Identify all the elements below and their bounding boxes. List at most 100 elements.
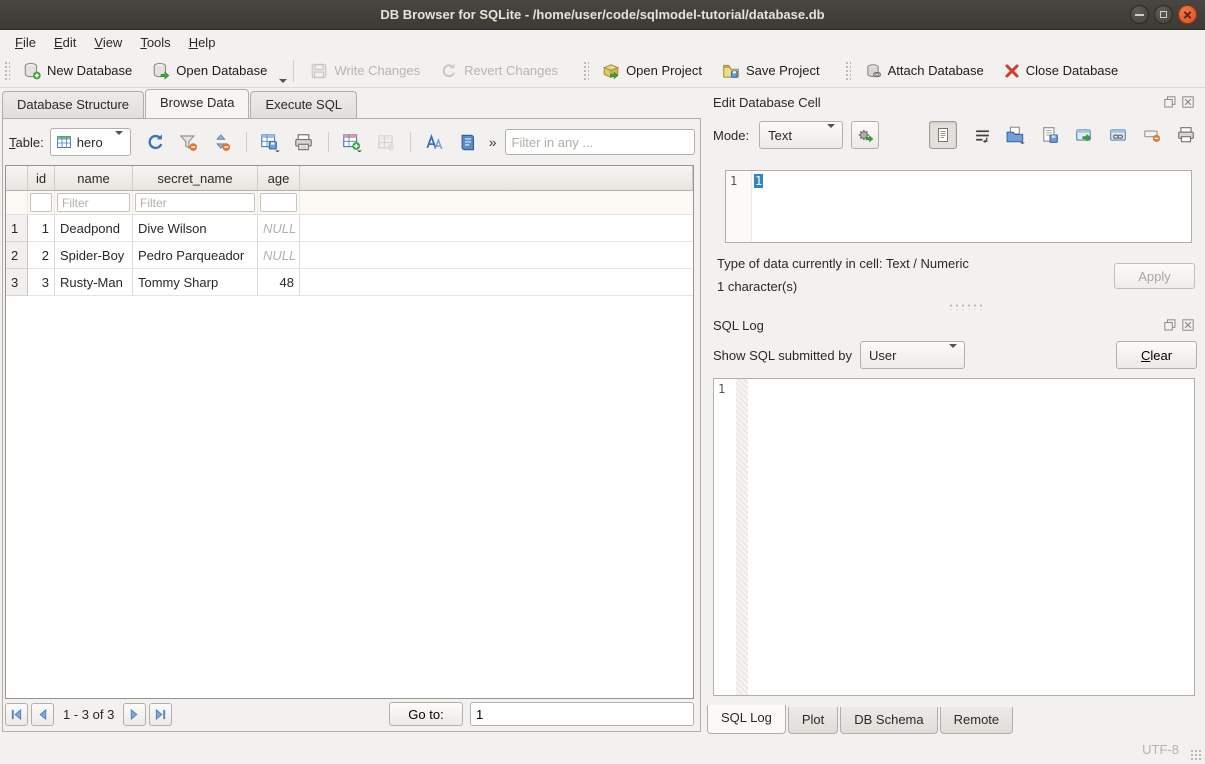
- menu-file[interactable]: File: [6, 32, 45, 53]
- menu-tools[interactable]: Tools: [131, 32, 179, 53]
- clear-sort-button[interactable]: [211, 131, 233, 153]
- dock-tab-plot[interactable]: Plot: [788, 707, 838, 734]
- close-panel-icon[interactable]: [1181, 318, 1195, 332]
- toolbar-drag-handle[interactable]: [844, 60, 851, 82]
- save-project-button[interactable]: Save Project: [712, 58, 830, 84]
- next-page-button[interactable]: [123, 703, 146, 726]
- link-icon: [1109, 126, 1127, 144]
- browse-data-pane: Database Structure Browse Data Execute S…: [0, 88, 704, 732]
- font-format-button[interactable]: [424, 131, 446, 153]
- cell-id[interactable]: 1: [28, 215, 55, 241]
- sql-log-editor[interactable]: 1: [713, 378, 1195, 696]
- cell-id[interactable]: 3: [28, 269, 55, 295]
- cell-id[interactable]: 2: [28, 242, 55, 268]
- open-database-button[interactable]: Open Database: [142, 58, 277, 84]
- column-header-name[interactable]: name: [55, 166, 133, 191]
- row-number[interactable]: 2: [6, 242, 28, 269]
- float-panel-icon[interactable]: [1163, 318, 1177, 332]
- resize-grip[interactable]: [1190, 749, 1202, 761]
- corner-header-cell[interactable]: [6, 166, 28, 191]
- dock-tab-remote[interactable]: Remote: [940, 707, 1014, 734]
- close-panel-icon[interactable]: [1181, 95, 1195, 109]
- previous-page-button[interactable]: [31, 703, 54, 726]
- tab-browse-data[interactable]: Browse Data: [145, 89, 249, 118]
- row-number[interactable]: 3: [6, 269, 28, 296]
- sql-log-content[interactable]: [748, 379, 1194, 695]
- cell-age[interactable]: 48: [258, 269, 300, 295]
- save-results-button[interactable]: [260, 131, 282, 153]
- close-database-button[interactable]: Close Database: [994, 59, 1129, 83]
- toolbar-overflow-chevron[interactable]: »: [489, 134, 497, 150]
- cell-name[interactable]: Rusty-Man: [55, 269, 133, 295]
- copy-link-button[interactable]: [1107, 124, 1129, 146]
- cell-name[interactable]: Spider-Boy: [55, 242, 133, 268]
- menu-view[interactable]: View: [85, 32, 131, 53]
- goto-input[interactable]: [470, 702, 694, 726]
- delete-record-icon: [376, 133, 395, 152]
- last-page-button[interactable]: [149, 703, 172, 726]
- filter-input-secret-name[interactable]: [135, 193, 255, 212]
- maximize-icon[interactable]: [1154, 5, 1173, 24]
- cell-name[interactable]: Deadpond: [55, 215, 133, 241]
- table-combobox[interactable]: hero: [50, 128, 131, 156]
- print-cell-button[interactable]: [1175, 124, 1197, 146]
- open-database-dropdown-arrow[interactable]: [279, 79, 287, 83]
- cell-secret-name[interactable]: Pedro Parqueador: [133, 242, 258, 268]
- word-wrap-button[interactable]: [971, 124, 993, 146]
- set-null-button[interactable]: [1141, 124, 1163, 146]
- attach-database-button[interactable]: Attach Database: [854, 58, 994, 84]
- browse-icon-strip: [145, 131, 479, 153]
- browse-controls: Table: hero: [9, 127, 694, 157]
- selected-text: 1: [754, 174, 763, 188]
- print-button[interactable]: [293, 131, 315, 153]
- toolbar-drag-handle[interactable]: [582, 60, 589, 82]
- right-dock-pane: Edit Database Cell Mode: Text: [705, 88, 1205, 734]
- clear-filters-button[interactable]: [178, 131, 200, 153]
- column-header-id[interactable]: id: [28, 166, 55, 191]
- filter-input-age[interactable]: [260, 193, 297, 212]
- clear-log-button[interactable]: Clear: [1116, 341, 1197, 369]
- open-project-button[interactable]: Open Project: [592, 58, 712, 84]
- cell-mode-row: Mode: Text: [713, 120, 1197, 150]
- filter-input-name[interactable]: [57, 193, 130, 212]
- first-page-button[interactable]: [5, 703, 28, 726]
- cell-editor[interactable]: 1 1: [725, 170, 1192, 243]
- open-in-external-button[interactable]: [1073, 124, 1095, 146]
- goto-button[interactable]: Go to:: [389, 702, 463, 726]
- auto-switch-mode-button[interactable]: [851, 121, 879, 149]
- binary-view-button[interactable]: [457, 131, 479, 153]
- write-changes-icon: [310, 62, 328, 80]
- minimize-icon[interactable]: [1130, 5, 1149, 24]
- encoding-label: UTF-8: [1142, 742, 1179, 757]
- tab-database-structure[interactable]: Database Structure: [2, 91, 144, 118]
- global-filter-input[interactable]: [505, 129, 695, 155]
- tab-execute-sql[interactable]: Execute SQL: [250, 91, 357, 118]
- cell-age[interactable]: NULL: [258, 215, 300, 241]
- mode-combobox[interactable]: Text: [759, 121, 843, 149]
- cell-age[interactable]: NULL: [258, 242, 300, 268]
- filter-input-id[interactable]: [30, 193, 52, 212]
- column-header-age[interactable]: age: [258, 166, 300, 191]
- row-number[interactable]: 1: [6, 215, 28, 242]
- export-file-button[interactable]: [1039, 124, 1061, 146]
- dock-tab-db-schema[interactable]: DB Schema: [840, 707, 937, 734]
- menu-edit[interactable]: Edit: [45, 32, 85, 53]
- text-mode-toggle[interactable]: [929, 121, 957, 149]
- dock-tab-sql-log[interactable]: SQL Log: [707, 705, 786, 734]
- cell-editor-content[interactable]: 1: [752, 171, 1191, 242]
- insert-record-button[interactable]: [342, 131, 364, 153]
- float-panel-icon[interactable]: [1163, 95, 1177, 109]
- cell-secret-name[interactable]: Dive Wilson: [133, 215, 258, 241]
- column-header-secret-name[interactable]: secret_name: [133, 166, 258, 191]
- submitted-by-combobox[interactable]: User: [860, 341, 965, 369]
- import-file-button[interactable]: [1005, 124, 1027, 146]
- refresh-button[interactable]: [145, 131, 167, 153]
- browse-data-frame: Table: hero: [2, 118, 701, 732]
- close-icon[interactable]: [1178, 5, 1197, 24]
- menu-help[interactable]: Help: [180, 32, 225, 53]
- toolbar-drag-handle[interactable]: [3, 60, 10, 82]
- new-database-button[interactable]: New Database: [13, 58, 142, 84]
- word-wrap-icon: [974, 127, 991, 144]
- cell-secret-name[interactable]: Tommy Sharp: [133, 269, 258, 295]
- set-null-icon: [1143, 126, 1161, 144]
